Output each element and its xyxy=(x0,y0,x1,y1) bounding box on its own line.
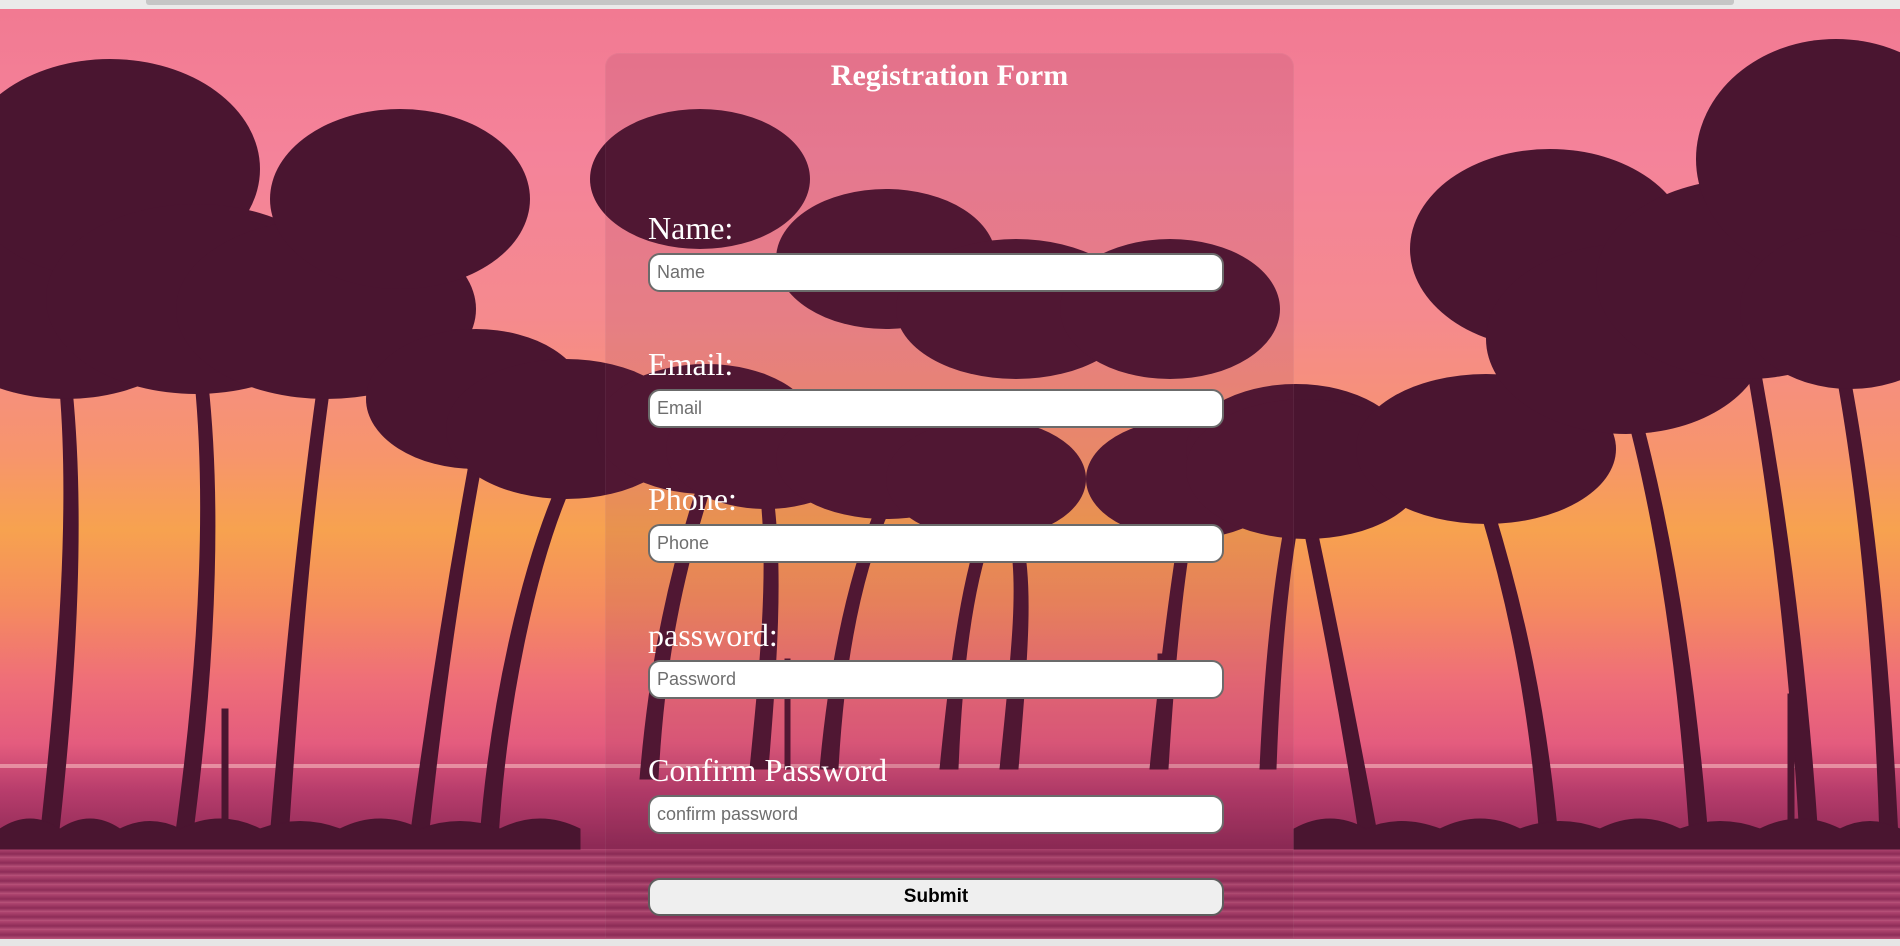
email-input[interactable] xyxy=(648,389,1224,428)
scrollbar-thumb[interactable] xyxy=(146,0,1734,5)
submit-button[interactable]: Submit xyxy=(648,878,1224,916)
name-label: Name: xyxy=(648,210,734,246)
form-title: Registration Form xyxy=(830,59,1069,92)
registration-form: Registration Form Name: Email: Phone: pa… xyxy=(605,53,1294,939)
password-input[interactable] xyxy=(648,660,1224,699)
confirm-password-input[interactable] xyxy=(648,795,1224,834)
phone-label: Phone: xyxy=(648,481,737,517)
password-label: password: xyxy=(648,617,778,653)
email-label: Email: xyxy=(648,346,734,382)
confirm-password-label: Confirm Password xyxy=(648,752,888,788)
phone-input[interactable] xyxy=(648,524,1224,563)
name-input[interactable] xyxy=(648,253,1224,292)
horizontal-scrollbar[interactable] xyxy=(0,0,1900,9)
bottom-edge xyxy=(0,939,1900,946)
